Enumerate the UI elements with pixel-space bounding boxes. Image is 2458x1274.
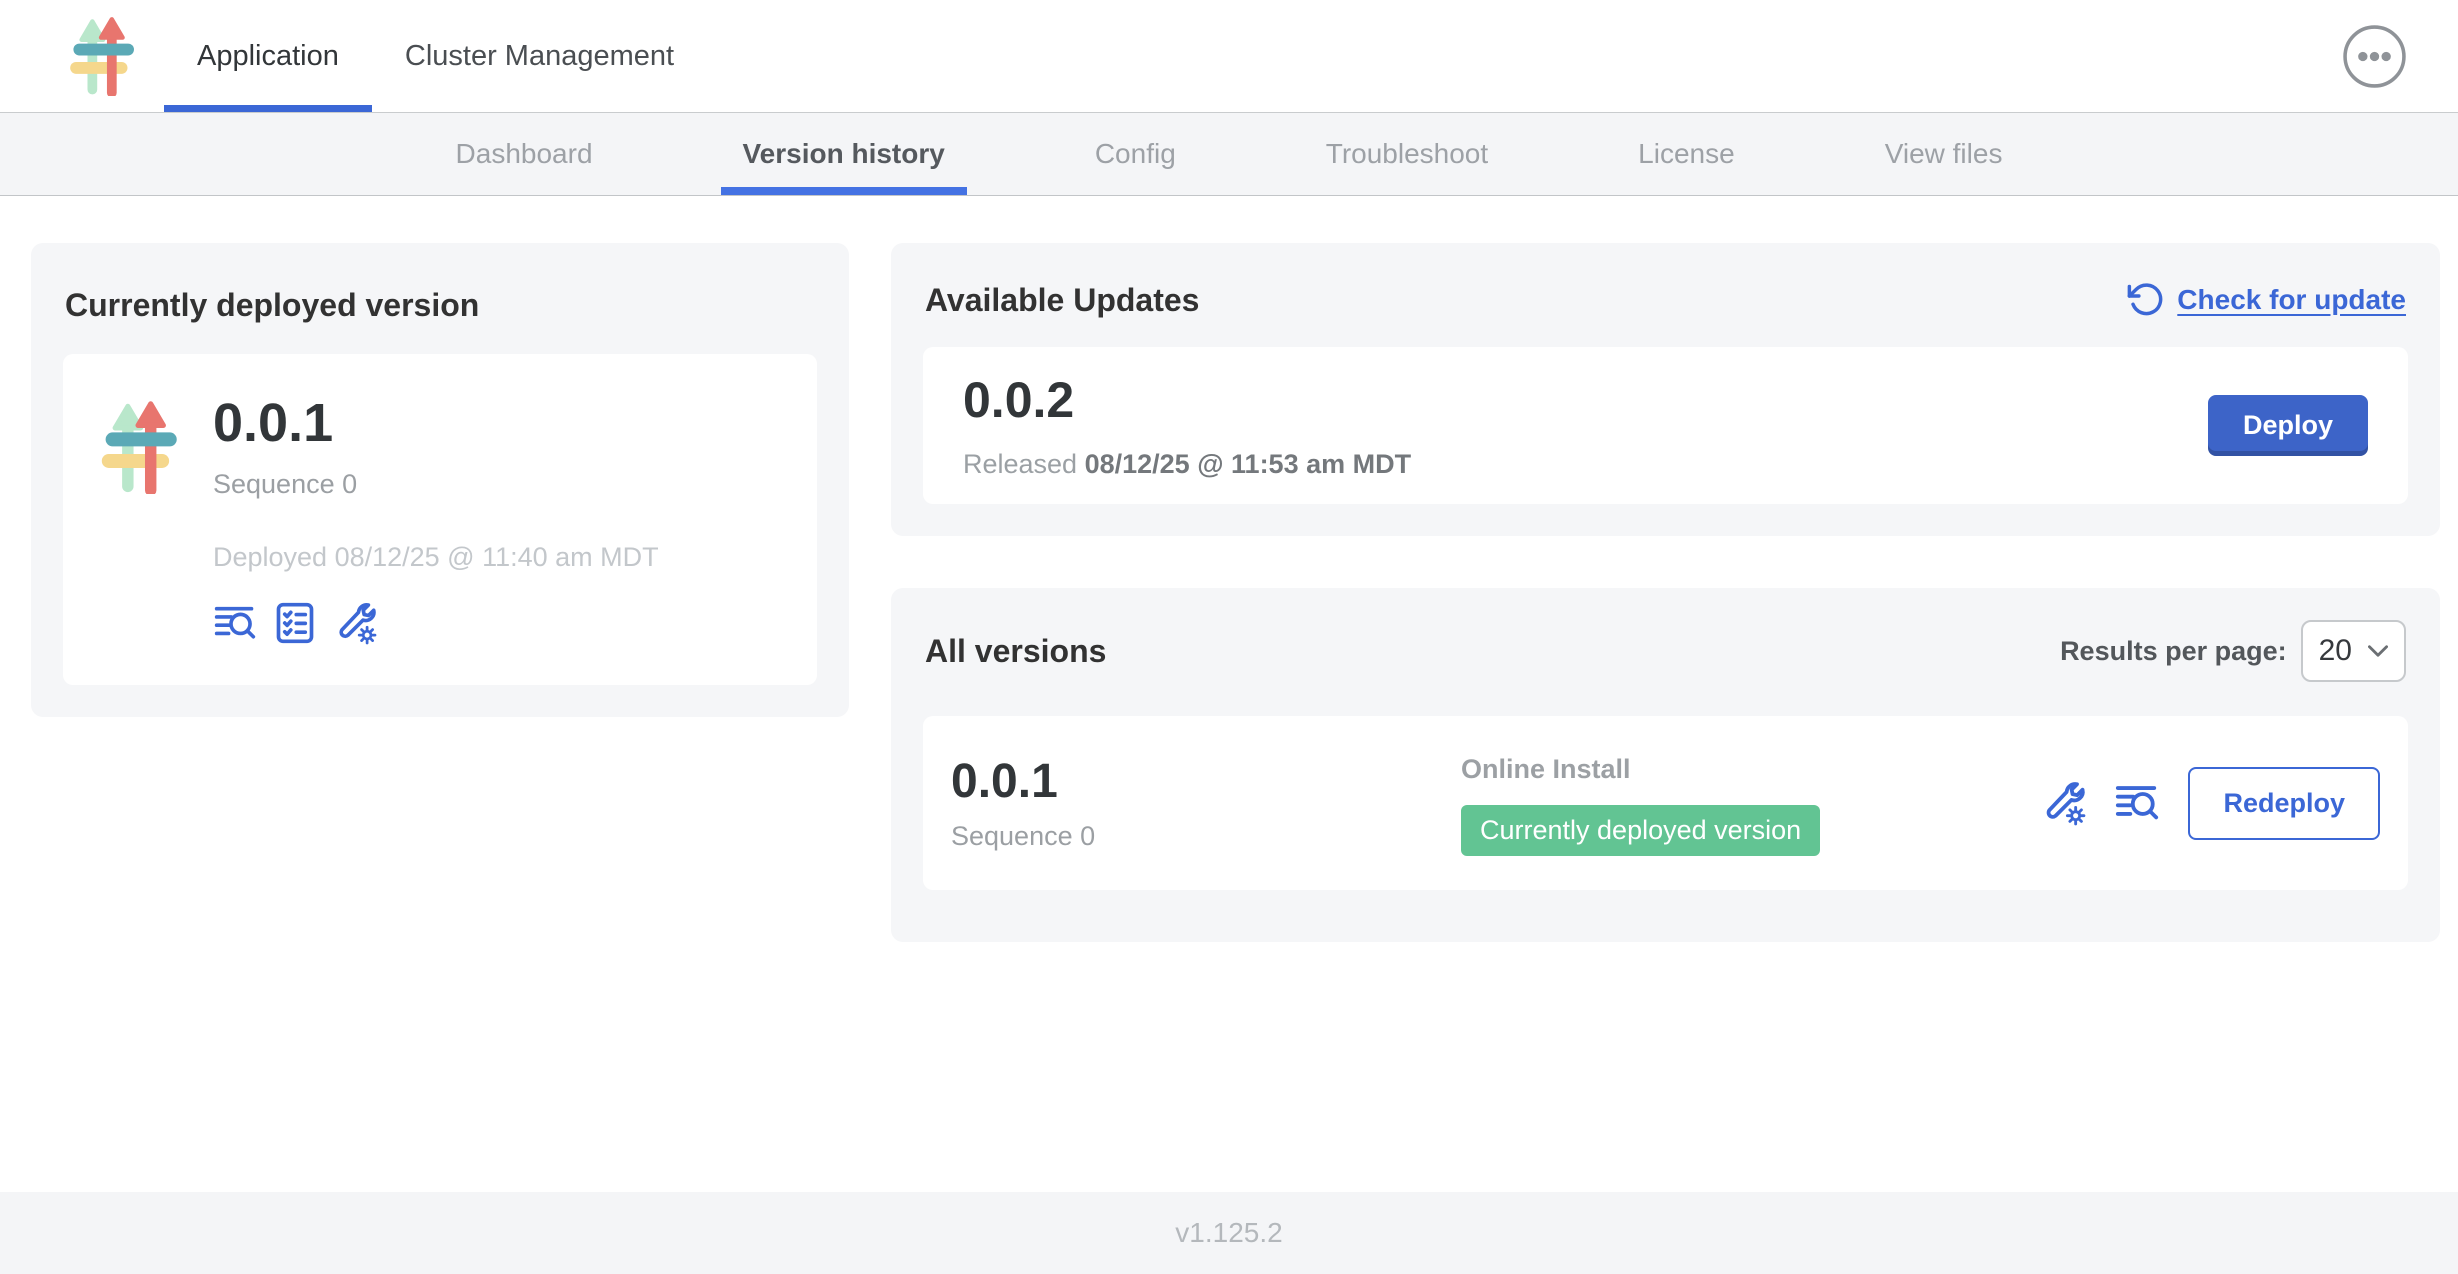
top-tabs: Application Cluster Management: [164, 0, 707, 112]
tab-cluster-management[interactable]: Cluster Management: [372, 0, 707, 112]
version-row: 0.0.1 Sequence 0 Online Install Currentl…: [923, 716, 2408, 890]
subnav-license[interactable]: License: [1628, 113, 1745, 195]
subnav-dashboard[interactable]: Dashboard: [446, 113, 603, 195]
released-timestamp: 08/12/25 @ 11:53 am MDT: [1085, 449, 1412, 479]
app-header: Application Cluster Management: [0, 0, 2458, 113]
ellipsis-icon: [2341, 23, 2408, 90]
header-spacer: [707, 0, 2341, 112]
all-versions-header: All versions Results per page: 20: [923, 620, 2408, 682]
app-logo-icon: [97, 400, 179, 494]
currently-deployed-card: Currently deployed version 0.0.1 Sequenc…: [31, 243, 849, 717]
subnav-troubleshoot[interactable]: Troubleshoot: [1316, 113, 1498, 195]
deployed-version-panel: 0.0.1 Sequence 0 Deployed 08/12/25 @ 11:…: [63, 354, 817, 685]
results-per-page: Results per page: 20: [2060, 620, 2406, 682]
install-type-label: Online Install: [1461, 754, 2040, 785]
deployed-version-info: 0.0.1 Sequence 0 Deployed 08/12/25 @ 11:…: [213, 394, 659, 645]
release-notes-icon[interactable]: [2114, 780, 2160, 826]
subnav-version-history-label: Version history: [743, 138, 945, 170]
subnav-license-label: License: [1638, 138, 1735, 170]
all-versions-card: All versions Results per page: 20 0.0.1 …: [891, 588, 2440, 942]
version-row-info: 0.0.1 Sequence 0: [951, 754, 1461, 852]
subnav-troubleshoot-label: Troubleshoot: [1326, 138, 1488, 170]
main-content: Currently deployed version 0.0.1 Sequenc…: [0, 196, 2458, 1192]
currently-deployed-badge: Currently deployed version: [1461, 805, 1820, 856]
release-notes-icon[interactable]: [213, 601, 257, 645]
subnav-view-files-label: View files: [1885, 138, 2003, 170]
tab-application[interactable]: Application: [164, 0, 372, 112]
tab-cluster-management-label: Cluster Management: [405, 40, 674, 73]
version-row-sequence: Sequence 0: [951, 821, 1461, 852]
preflight-checks-icon[interactable]: [273, 601, 317, 645]
refresh-icon: [2127, 281, 2165, 319]
overflow-menu-button[interactable]: [2341, 0, 2408, 112]
subnav-view-files[interactable]: View files: [1875, 113, 2013, 195]
results-per-page-select[interactable]: 20: [2301, 620, 2406, 682]
config-icon[interactable]: [2040, 780, 2086, 826]
console-version: v1.125.2: [1175, 1217, 1282, 1249]
right-column: Available Updates Check for update 0.0.2…: [891, 243, 2440, 942]
version-row-actions: Redeploy: [2040, 767, 2380, 840]
results-per-page-label: Results per page:: [2060, 636, 2287, 667]
deployed-sequence: Sequence 0: [213, 469, 659, 500]
redeploy-button[interactable]: Redeploy: [2188, 767, 2380, 840]
available-updates-header: Available Updates Check for update: [923, 275, 2408, 319]
app-subnav: Dashboard Version history Config Trouble…: [0, 113, 2458, 196]
chevron-down-icon: [2368, 645, 2388, 657]
deploy-button[interactable]: Deploy: [2208, 395, 2368, 456]
tab-application-label: Application: [197, 40, 339, 73]
all-versions-title: All versions: [925, 633, 1106, 670]
subnav-config[interactable]: Config: [1085, 113, 1186, 195]
subnav-dashboard-label: Dashboard: [456, 138, 593, 170]
update-version-number: 0.0.2: [963, 371, 1411, 429]
subnav-config-label: Config: [1095, 138, 1176, 170]
update-row: 0.0.2 Released 08/12/25 @ 11:53 am MDT D…: [923, 347, 2408, 504]
deployed-version-number: 0.0.1: [213, 394, 659, 453]
version-row-status: Online Install Currently deployed versio…: [1461, 754, 2040, 856]
deployed-actions: [213, 601, 659, 645]
app-footer: v1.125.2: [0, 1192, 2458, 1274]
results-per-page-value: 20: [2319, 634, 2352, 668]
version-row-number: 0.0.1: [951, 754, 1461, 809]
released-label: Released: [963, 449, 1077, 479]
app-logo-icon: [66, 16, 136, 96]
update-released-line: Released 08/12/25 @ 11:53 am MDT: [963, 449, 1411, 480]
deployed-timestamp: Deployed 08/12/25 @ 11:40 am MDT: [213, 542, 659, 573]
check-for-update-link[interactable]: Check for update: [2127, 281, 2406, 319]
check-for-update-label: Check for update: [2177, 284, 2406, 316]
subnav-version-history[interactable]: Version history: [733, 113, 955, 195]
deployed-card-title: Currently deployed version: [65, 287, 815, 324]
app-logo: [66, 0, 136, 112]
available-updates-title: Available Updates: [925, 282, 1199, 319]
config-icon[interactable]: [333, 601, 377, 645]
update-info: 0.0.2 Released 08/12/25 @ 11:53 am MDT: [963, 371, 1411, 480]
available-updates-card: Available Updates Check for update 0.0.2…: [891, 243, 2440, 536]
